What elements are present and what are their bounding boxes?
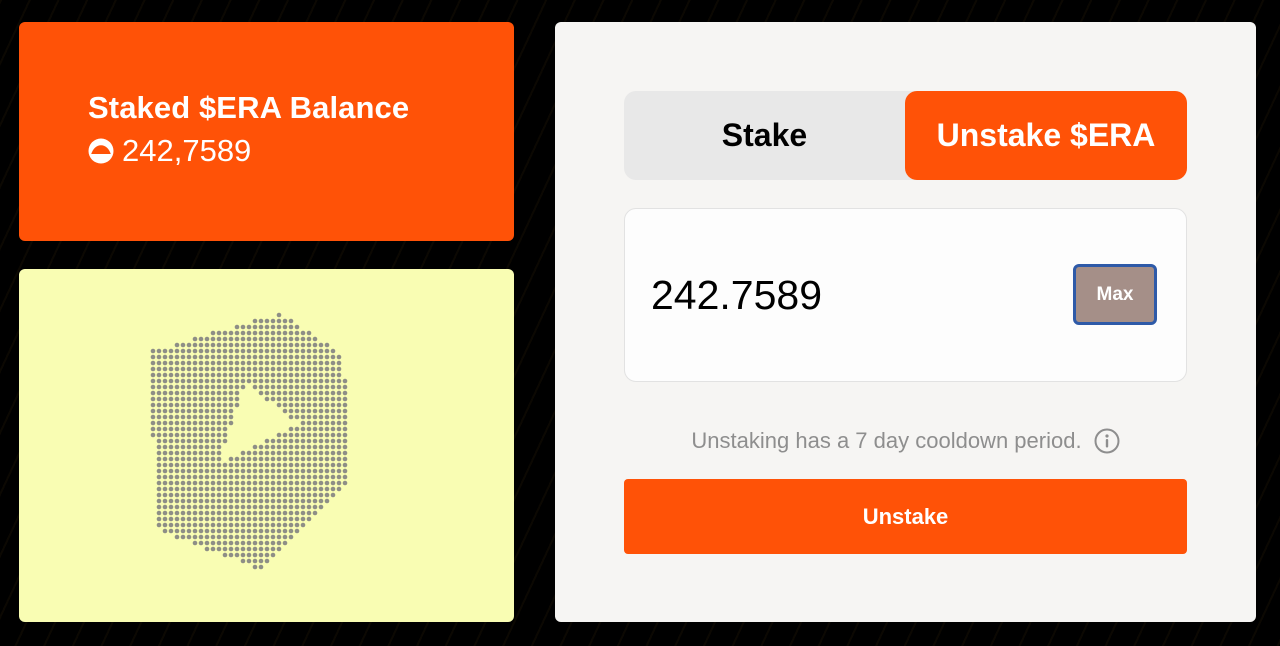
balance-value: 242,7589: [122, 133, 252, 168]
era-hexagon-logo-art: [150, 312, 348, 570]
max-button[interactable]: Max: [1073, 264, 1157, 325]
cooldown-notice: Unstaking has a 7 day cooldown period.: [555, 425, 1256, 457]
stake-panel: Stake Unstake $ERA Max Unstaking has a 7…: [555, 22, 1256, 622]
era-coin-icon: [88, 138, 114, 164]
balance-title: Staked $ERA Balance: [88, 90, 410, 125]
staked-balance-card: Staked $ERA Balance 242,7589: [19, 22, 514, 241]
tab-unstake-era[interactable]: Unstake $ERA: [905, 91, 1187, 180]
unstake-button[interactable]: Unstake: [624, 479, 1187, 554]
cooldown-text: Unstaking has a 7 day cooldown period.: [691, 428, 1082, 453]
tab-stake[interactable]: Stake: [624, 91, 905, 180]
era-logo-art-card: [19, 269, 514, 622]
amount-box: Max: [624, 208, 1187, 382]
info-icon[interactable]: [1094, 428, 1120, 454]
amount-input[interactable]: [651, 269, 1031, 321]
stake-tabs: Stake Unstake $ERA: [624, 91, 1187, 180]
balance-row: 242,7589: [88, 134, 514, 168]
